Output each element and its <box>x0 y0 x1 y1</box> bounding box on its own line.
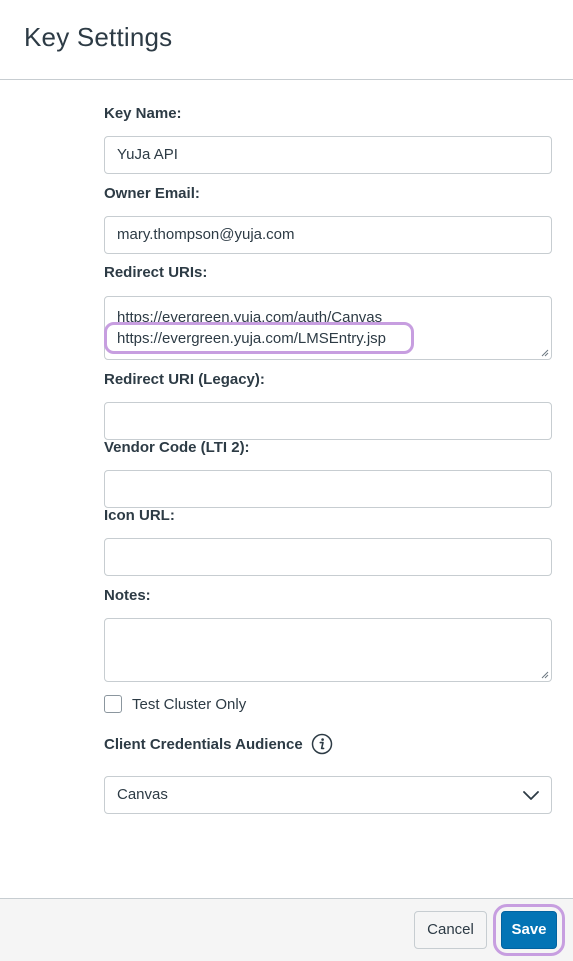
key-name-input[interactable]: YuJa API <box>104 136 552 174</box>
icon-url-label: Icon URL: <box>104 507 175 524</box>
client-credentials-audience-value: Canvas <box>117 786 168 803</box>
client-credentials-audience-label: Client Credentials Audience <box>104 735 303 753</box>
save-button[interactable]: Save <box>501 911 557 949</box>
redirect-uri-legacy-input[interactable] <box>104 402 552 440</box>
info-icon[interactable] <box>311 733 333 755</box>
test-cluster-only-checkbox[interactable] <box>104 695 122 713</box>
test-cluster-only-row: Test Cluster Only <box>104 693 246 715</box>
key-name-label: Key Name: <box>104 105 182 122</box>
cancel-button[interactable]: Cancel <box>414 911 487 949</box>
vendor-code-input[interactable] <box>104 470 552 508</box>
owner-email-label: Owner Email: <box>104 185 200 202</box>
highlight-ring-redirect-uri <box>104 322 414 354</box>
notes-label: Notes: <box>104 587 151 604</box>
resize-grip-icon[interactable] <box>541 671 549 679</box>
redirect-uri-legacy-label: Redirect URI (Legacy): <box>104 371 265 388</box>
vendor-code-label: Vendor Code (LTI 2): <box>104 439 250 456</box>
test-cluster-only-label[interactable]: Test Cluster Only <box>132 696 246 713</box>
notes-textarea[interactable] <box>104 618 552 682</box>
client-credentials-audience-select[interactable]: Canvas <box>104 776 552 814</box>
key-settings-dialog: Key Settings Key Name: YuJa API Owner Em… <box>0 0 573 961</box>
client-credentials-audience-row: Client Credentials Audience <box>104 733 333 755</box>
dialog-header: Key Settings <box>0 0 573 80</box>
resize-grip-icon[interactable] <box>541 349 549 357</box>
redirect-uris-label: Redirect URIs: <box>104 264 208 281</box>
icon-url-input[interactable] <box>104 538 552 576</box>
chevron-down-icon <box>523 791 539 800</box>
dialog-title: Key Settings <box>24 22 173 52</box>
dialog-footer: Cancel Save <box>0 898 573 961</box>
owner-email-input[interactable]: mary.thompson@yuja.com <box>104 216 552 254</box>
